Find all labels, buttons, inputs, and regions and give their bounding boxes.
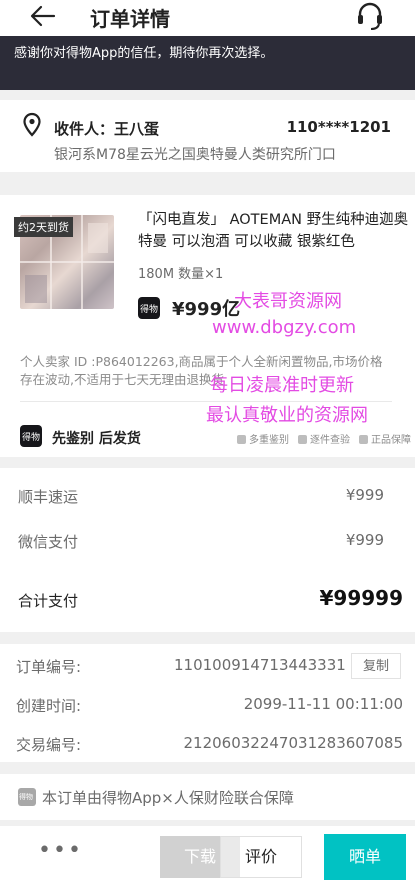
headset-icon[interactable] [354, 0, 386, 32]
address-line: 银河系M78星云光之国奥特曼人类研究所门口 [54, 147, 336, 163]
dewu-logo-text: 得物 [140, 305, 159, 315]
recipient-name: 收件人：王八蛋 [54, 120, 160, 138]
trade-number-value: 21206032247031283607085 [183, 734, 404, 752]
total-value: ¥99999 [319, 586, 404, 610]
product-card: 约2天到货 「闪电直发」 AOTEMAN 野生纯种迪迦奥特曼 可以泡酒 可以收藏… [0, 195, 415, 457]
shipping-value: ¥999 [345, 486, 384, 504]
divider [20, 401, 392, 402]
product-spec: 180M 数量×1 [138, 267, 224, 282]
watermark-line-3: 每日凌晨准时更新 [210, 375, 354, 396]
insurance-logo-text: 得物 [19, 793, 33, 801]
thanks-banner: 感谢你对得物App的信任，期待你再次选择。 [0, 36, 415, 90]
watermark-line-2: www.dbgzy.com [212, 317, 357, 338]
watermark-line-1: 大表哥资源网 [234, 291, 342, 312]
order-number-label: 订单编号: [16, 658, 82, 676]
created-time-value: 2099-11-11 00:11:00 [243, 695, 403, 713]
location-pin-icon [23, 112, 41, 137]
payment-method-value: ¥999 [345, 531, 384, 549]
address-card[interactable]: 收件人：王八蛋 110****1201 银河系M78星云光之国奥特曼人类研究所门… [0, 100, 415, 172]
service-item-inspect: 逐件查验 [298, 431, 350, 446]
watermark-line-4: 最认真敬业的资源网 [206, 405, 368, 426]
order-info-card: 订单编号: 110100914713443331 复制 创建时间: 2099-1… [0, 644, 415, 762]
diamond-icon [298, 435, 307, 444]
recipient-phone: 110****1201 [286, 118, 391, 136]
shipping-label: 顺丰速运 [18, 488, 79, 506]
created-time-label: 创建时间: [16, 697, 82, 715]
page-title: 订单详情 [90, 7, 170, 31]
service-genuine: 正品保障 [359, 431, 411, 446]
shield-icon [359, 435, 368, 444]
verify-first-text: 先鉴别 后发货 [52, 431, 141, 447]
dewu-small-logo-icon: 得物 [18, 788, 36, 806]
review-button[interactable]: 评价 [220, 836, 302, 878]
header-bar: 订单详情 [0, 0, 415, 36]
payment-method-label: 微信支付 [18, 533, 79, 551]
share-order-button[interactable]: 晒单 [324, 834, 406, 880]
product-title[interactable]: 「闪电直发」 AOTEMAN 野生纯种迪迦奥特曼 可以泡酒 可以收藏 银紫红色 [138, 209, 410, 253]
payment-card: 顺丰速运 ¥999 微信支付 ¥999 合计支付 ¥99999 [0, 468, 415, 632]
copy-button[interactable]: 复制 [351, 653, 401, 679]
trade-number-label: 交易编号: [16, 736, 82, 754]
person-check-icon [237, 435, 246, 444]
dewu-logo-icon: 得物 [138, 297, 160, 319]
total-label: 合计支付 [18, 592, 79, 610]
insurance-row[interactable]: 得物 本订单由得物App×人保财险联合保障 [0, 774, 415, 820]
insurance-text: 本订单由得物App×人保财险联合保障 [42, 789, 294, 807]
service-multi-verify: 多重鉴别 [237, 431, 289, 446]
banner-text: 感谢你对得物App的信任，期待你再次选择。 [14, 46, 274, 61]
dewu-verify-logo-icon: 得物 [20, 425, 42, 447]
order-number-value: 110100914713443331 [174, 656, 346, 674]
verify-logo-text: 得物 [22, 433, 41, 443]
delivery-eta-badge: 约2天到货 [14, 217, 73, 237]
more-button[interactable]: ••• [38, 838, 83, 863]
bottom-action-bar: ••• 下载 评价 晒单 [0, 826, 415, 882]
arrow-left-icon[interactable] [28, 4, 58, 28]
